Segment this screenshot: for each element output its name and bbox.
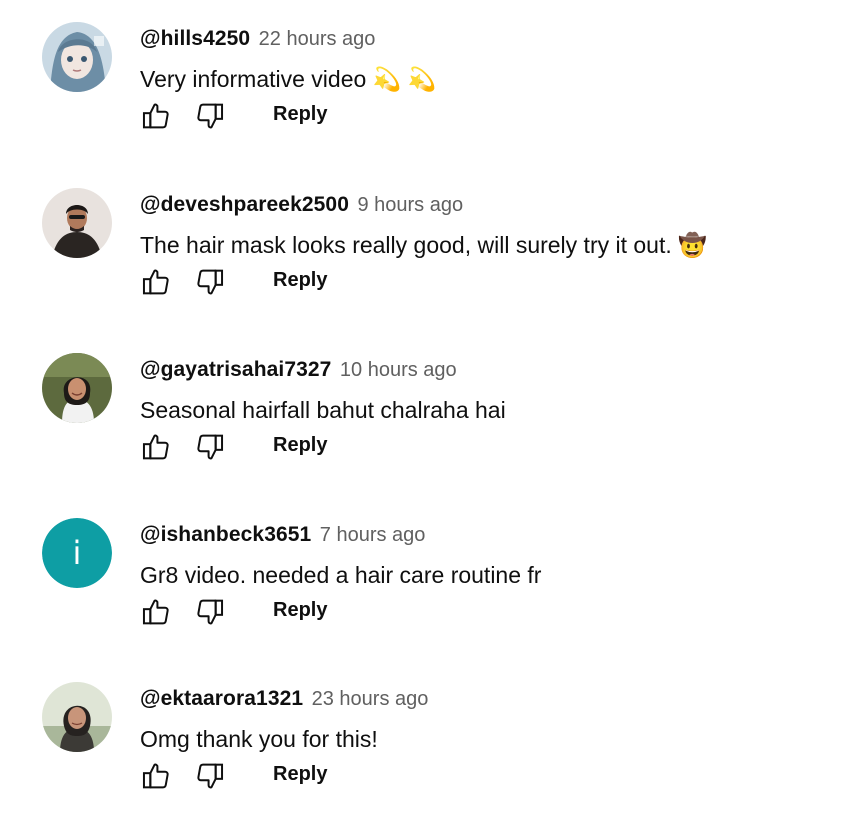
comment-item: i @ishanbeck3651 7 hours ago Gr8 video. … bbox=[0, 496, 852, 656]
avatar[interactable] bbox=[42, 22, 112, 92]
dislike-button[interactable] bbox=[188, 260, 232, 304]
dislike-button[interactable] bbox=[188, 94, 232, 138]
avatar-letter: i bbox=[42, 518, 112, 588]
comment-time[interactable]: 10 hours ago bbox=[340, 359, 457, 381]
thumbs-up-icon bbox=[142, 599, 169, 625]
thumbs-up-icon bbox=[142, 103, 169, 129]
comment-item: @gayatrisahai7327 10 hours ago Seasonal … bbox=[0, 331, 852, 491]
avatar-photo-image bbox=[42, 353, 112, 423]
thumbs-down-icon bbox=[197, 269, 224, 295]
comment-text: Gr8 video. needed a hair care routine fr bbox=[140, 562, 542, 588]
thumbs-down-icon bbox=[197, 763, 224, 789]
avatar-photo-image bbox=[42, 188, 112, 258]
like-button[interactable] bbox=[134, 590, 178, 634]
comment-text: Seasonal hairfall bahut chalraha hai bbox=[140, 397, 506, 423]
comment-text: Omg thank you for this! bbox=[140, 726, 378, 752]
like-button[interactable] bbox=[134, 425, 178, 469]
avatar[interactable] bbox=[42, 353, 112, 423]
reply-button[interactable]: Reply bbox=[273, 100, 327, 128]
thumbs-up-icon bbox=[142, 763, 169, 789]
comment-author[interactable]: @deveshpareek2500 bbox=[140, 193, 349, 216]
comment-header: @ektaarora1321 23 hours ago bbox=[140, 686, 428, 714]
thumbs-up-icon bbox=[142, 269, 169, 295]
comment-time[interactable]: 7 hours ago bbox=[320, 524, 426, 546]
comment-time[interactable]: 9 hours ago bbox=[357, 194, 463, 216]
dislike-button[interactable] bbox=[188, 590, 232, 634]
dislike-button[interactable] bbox=[188, 425, 232, 469]
comment-item: @deveshpareek2500 9 hours ago The hair m… bbox=[0, 166, 852, 326]
comment-time[interactable]: 23 hours ago bbox=[312, 688, 429, 710]
like-button[interactable] bbox=[134, 260, 178, 304]
comment-header: @ishanbeck3651 7 hours ago bbox=[140, 522, 425, 550]
reply-button[interactable]: Reply bbox=[273, 431, 327, 459]
like-button[interactable] bbox=[134, 754, 178, 798]
thumbs-down-icon bbox=[197, 434, 224, 460]
reply-button[interactable]: Reply bbox=[273, 266, 327, 294]
comment-text: The hair mask looks really good, will su… bbox=[140, 232, 707, 258]
reply-button[interactable]: Reply bbox=[273, 596, 327, 624]
thumbs-up-icon bbox=[142, 434, 169, 460]
dislike-button[interactable] bbox=[188, 754, 232, 798]
avatar[interactable] bbox=[42, 682, 112, 752]
like-button[interactable] bbox=[134, 94, 178, 138]
comment-text: Very informative video 💫 💫 bbox=[140, 66, 437, 92]
comment-header: @gayatrisahai7327 10 hours ago bbox=[140, 357, 457, 385]
comment-author[interactable]: @ektaarora1321 bbox=[140, 687, 303, 710]
avatar[interactable] bbox=[42, 188, 112, 258]
comment-author[interactable]: @gayatrisahai7327 bbox=[140, 358, 331, 381]
reply-button[interactable]: Reply bbox=[273, 760, 327, 788]
avatar[interactable]: i bbox=[42, 518, 112, 588]
comment-header: @deveshpareek2500 9 hours ago bbox=[140, 192, 463, 220]
comment-author[interactable]: @hills4250 bbox=[140, 27, 250, 50]
thumbs-down-icon bbox=[197, 599, 224, 625]
thumbs-down-icon bbox=[197, 103, 224, 129]
avatar-photo-image bbox=[42, 682, 112, 752]
avatar-anime-image bbox=[42, 22, 112, 92]
comment-item: @ektaarora1321 23 hours ago Omg thank yo… bbox=[0, 660, 852, 820]
comment-author[interactable]: @ishanbeck3651 bbox=[140, 523, 311, 546]
comment-header: @hills4250 22 hours ago bbox=[140, 26, 375, 54]
comment-item: @hills4250 22 hours ago Very informative… bbox=[0, 0, 852, 160]
comment-time[interactable]: 22 hours ago bbox=[259, 28, 376, 50]
